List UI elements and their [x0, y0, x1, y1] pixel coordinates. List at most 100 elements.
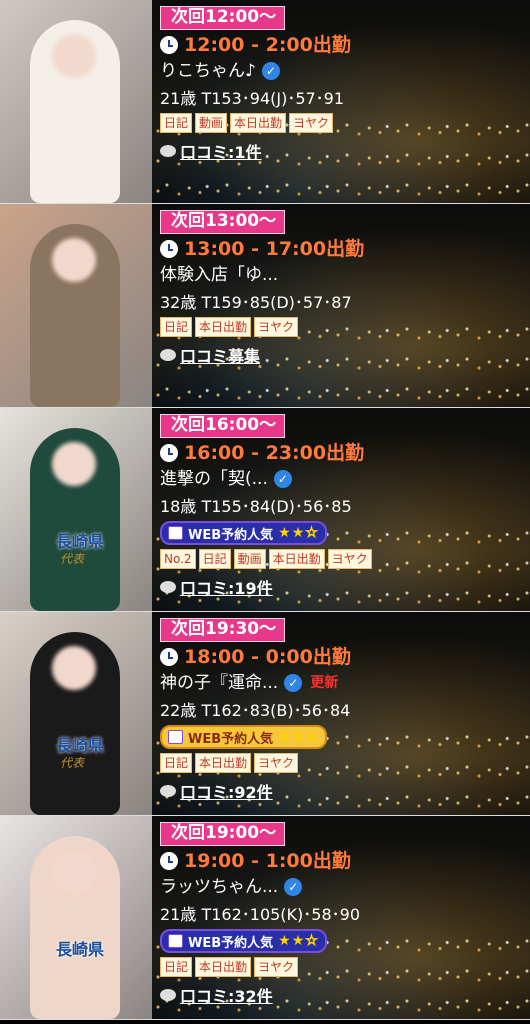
shift-time-text: 16:00 - 23:00出勤 — [184, 442, 365, 464]
cast-name-text[interactable]: 神の子『運命... — [160, 673, 278, 693]
cast-info: 次回19:30〜 18:00 - 0:00出勤 神の子『運命... ✓ 更新 22歳 T1… — [152, 612, 530, 815]
clock-icon — [160, 240, 178, 258]
cast-photo[interactable]: 長崎県 代表 — [0, 612, 152, 815]
next-shift-label: 次回19:00〜 — [160, 822, 286, 846]
verified-check-icon: ✓ — [273, 470, 292, 488]
tag[interactable]: 日記 — [160, 753, 193, 773]
next-shift-label: 次回16:00〜 — [160, 414, 286, 438]
cast-name[interactable]: りこちゃん♪ ✓ — [160, 61, 524, 81]
cast-stats: 18歳 T155･84(D)･56･85 — [160, 497, 352, 516]
star-filled-icon: ★ — [291, 933, 306, 949]
star-filled-icon: ★ — [278, 525, 292, 541]
blurred-face — [52, 34, 96, 78]
cast-info: 次回16:00〜 16:00 - 23:00出勤進撃の「契(... ✓ 18歳 T15… — [152, 408, 530, 611]
clock-icon — [160, 648, 178, 666]
review-text[interactable]: 口コミ募集 — [180, 343, 260, 367]
star-filled-icon: ★ — [291, 729, 306, 745]
cast-name[interactable]: ラッツちゃん... ✓ — [160, 877, 524, 897]
review-text[interactable]: 口コミ:92件 — [180, 779, 273, 803]
tag[interactable]: ヨヤク — [254, 957, 299, 977]
star-filled-icon: ★ — [278, 729, 292, 745]
next-shift-label: 次回13:00〜 — [160, 210, 286, 234]
rating-stars: ★★★ — [278, 729, 319, 745]
verified-check-icon: ✓ — [261, 62, 280, 80]
tag[interactable]: ヨヤク — [254, 317, 299, 337]
star-empty-icon: ☆ — [305, 933, 319, 950]
star-empty-icon: ☆ — [305, 525, 319, 542]
shift-time: 18:00 - 0:00出勤 — [160, 646, 524, 668]
tag[interactable]: 本日出勤 — [195, 753, 252, 773]
speech-bubble-icon — [160, 581, 176, 593]
shift-time-text: 12:00 - 2:00出勤 — [184, 34, 351, 56]
tag[interactable]: 本日出勤 — [195, 317, 252, 337]
cast-name-text[interactable]: ラッツちゃん... — [160, 877, 278, 897]
cast-card[interactable]: 長崎県 次回19:00〜 19:00 - 1:00出勤 ラッツちゃん... ✓ 21歳 T… — [0, 816, 530, 1020]
web-booking-row: WEB予約人気 ★★☆ — [160, 929, 524, 953]
review-text[interactable]: 口コミ:1件 — [180, 139, 262, 163]
cast-name-text[interactable]: 体験入店「ゆ... — [160, 265, 278, 285]
tag[interactable]: 日記 — [160, 317, 193, 337]
speech-bubble-icon — [160, 145, 176, 157]
web-booking-label: WEB予約人気 — [188, 527, 274, 543]
tag-row: 日記 本日出勤 ヨヤク — [160, 317, 524, 337]
cast-info: 次回13:00〜 13:00 - 17:00出勤 体験入店「ゆ... 32歳 T159… — [152, 204, 530, 407]
tag[interactable]: 動画 — [233, 549, 266, 569]
web-booking-label: WEB予約人気 — [188, 731, 274, 747]
tag[interactable]: 動画 — [195, 113, 228, 133]
tag[interactable]: ヨヤク — [254, 753, 299, 773]
review-text[interactable]: 口コミ:32件 — [180, 983, 273, 1007]
tag[interactable]: 日記 — [160, 957, 193, 977]
tag[interactable]: ヨヤク — [327, 549, 372, 569]
cast-name[interactable]: 進撃の「契(... ✓ — [160, 469, 524, 489]
web-booking-popularity: WEB予約人気 ★★☆ — [160, 521, 327, 545]
tag[interactable]: 日記 — [198, 549, 231, 569]
cast-photo[interactable]: 長崎県 代表 — [0, 408, 152, 611]
clock-icon — [160, 852, 178, 870]
tag[interactable]: 本日出勤 — [195, 957, 252, 977]
cast-details: 次回19:00〜 19:00 - 1:00出勤 ラッツちゃん... ✓ 21歳 T162… — [160, 822, 524, 1007]
cast-details: 次回16:00〜 16:00 - 23:00出勤進撃の「契(... ✓ 18歳 T15… — [160, 414, 524, 599]
cast-photo[interactable] — [0, 204, 152, 407]
web-booking-popularity: WEB予約人気 ★★☆ — [160, 929, 327, 953]
verified-check-icon: ✓ — [284, 878, 303, 896]
shift-time: 16:00 - 23:00出勤 — [160, 442, 524, 464]
tag-row: 日記 動画 本日出勤 ヨヤク — [160, 113, 524, 133]
review-text[interactable]: 口コミ:19件 — [180, 575, 273, 599]
cast-name[interactable]: 体験入店「ゆ... — [160, 265, 524, 285]
cast-details: 次回13:00〜 13:00 - 17:00出勤 体験入店「ゆ... 32歳 T159… — [160, 210, 524, 367]
blurred-face — [52, 850, 96, 894]
cast-card[interactable]: 長崎県 代表 次回19:30〜 18:00 - 0:00出勤 神の子『運命... ✓ 更新 2… — [0, 612, 530, 816]
region-badge: 長崎県 — [56, 736, 105, 755]
shift-time: 19:00 - 1:00出勤 — [160, 850, 524, 872]
cast-photo[interactable]: 長崎県 — [0, 816, 152, 1019]
star-filled-icon: ★ — [278, 933, 292, 949]
tag[interactable]: ヨヤク — [289, 113, 334, 133]
tag[interactable]: No.2 — [160, 549, 196, 569]
region-badge-sub: 代表 — [60, 552, 85, 566]
cast-card[interactable]: 次回13:00〜 13:00 - 17:00出勤 体験入店「ゆ... 32歳 T159… — [0, 204, 530, 408]
review-link[interactable]: 口コミ:92件 — [160, 779, 524, 803]
cast-info: 次回12:00〜 12:00 - 2:00出勤 りこちゃん♪ ✓ 21歳 T153･94… — [152, 0, 530, 203]
blurred-face — [52, 646, 96, 690]
review-link[interactable]: 口コミ募集 — [160, 343, 524, 367]
cast-name-text[interactable]: りこちゃん♪ — [160, 61, 256, 81]
cast-stats: 32歳 T159･85(D)･57･87 — [160, 293, 352, 312]
review-link[interactable]: 口コミ:32件 — [160, 983, 524, 1007]
cast-list: 次回12:00〜 12:00 - 2:00出勤 りこちゃん♪ ✓ 21歳 T153･94… — [0, 0, 530, 1020]
review-link[interactable]: 口コミ:1件 — [160, 139, 524, 163]
blurred-face — [52, 442, 96, 486]
cast-card[interactable]: 次回12:00〜 12:00 - 2:00出勤 りこちゃん♪ ✓ 21歳 T153･94… — [0, 0, 530, 204]
blurred-face — [52, 238, 96, 282]
review-link[interactable]: 口コミ:19件 — [160, 575, 524, 599]
cast-name-text[interactable]: 進撃の「契(... — [160, 469, 268, 489]
tag[interactable]: 本日出勤 — [268, 549, 325, 569]
cast-name[interactable]: 神の子『運命... ✓ 更新 — [160, 673, 524, 693]
tag[interactable]: 日記 — [160, 113, 193, 133]
region-badge: 長崎県 — [56, 532, 105, 551]
cast-card[interactable]: 長崎県 代表 次回16:00〜 16:00 - 23:00出勤 進撃の「契(... ✓ 18… — [0, 408, 530, 612]
tag[interactable]: 本日出勤 — [230, 113, 287, 133]
update-badge: 更新 — [310, 675, 339, 691]
cast-stats: 21歳 T162･105(K)･58･90 — [160, 905, 360, 924]
tag-row: 日記 本日出勤 ヨヤク — [160, 753, 524, 773]
cast-photo[interactable] — [0, 0, 152, 203]
